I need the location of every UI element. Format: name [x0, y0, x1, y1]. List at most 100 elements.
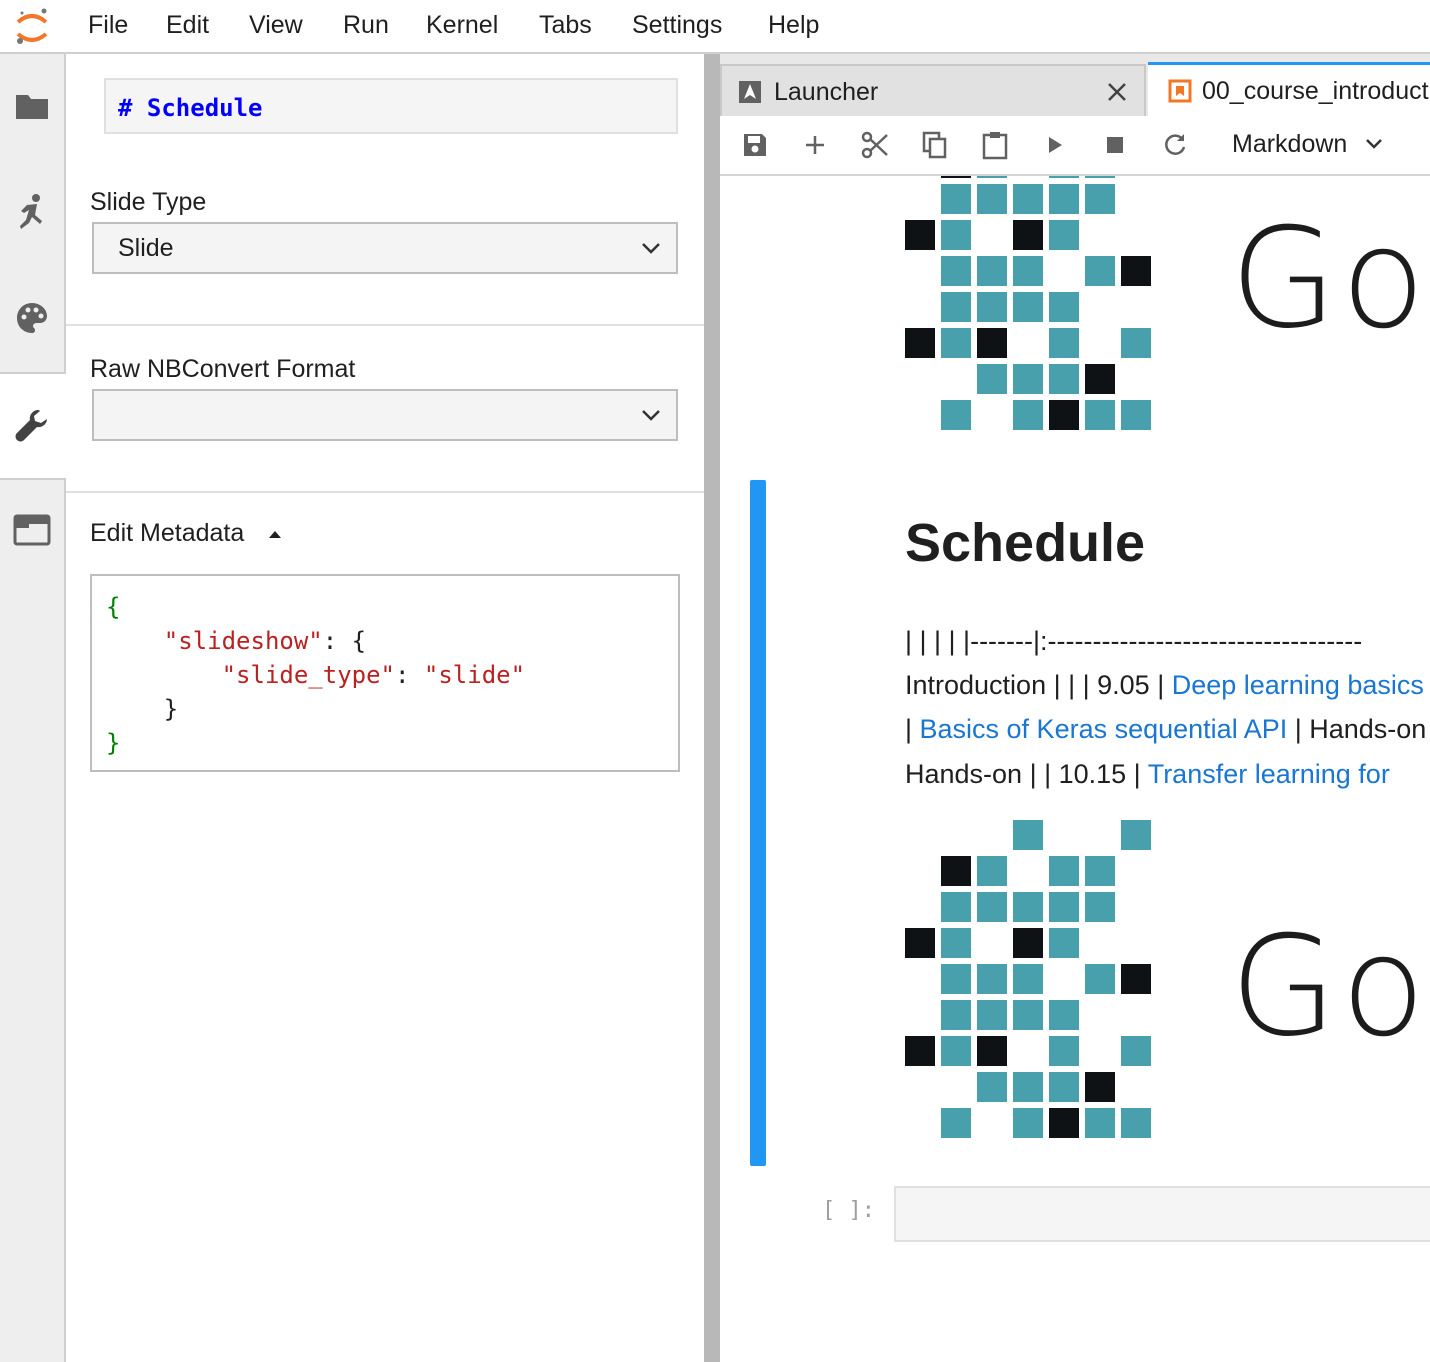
divider: [66, 491, 704, 493]
logo-square: [941, 400, 971, 430]
logo-square: [1085, 400, 1115, 430]
logo-square: [941, 184, 971, 214]
logo-square: [977, 176, 1007, 178]
caret-up-icon: [269, 531, 282, 539]
metadata-editor[interactable]: { "slideshow": { "slide_type": "slide" }…: [90, 574, 680, 772]
close-icon[interactable]: [1106, 81, 1128, 103]
logo-square: [1013, 400, 1043, 430]
text: Hands-on | | 10.15 |: [905, 759, 1148, 789]
logo-square: [1013, 256, 1043, 286]
paste-button[interactable]: [980, 130, 1010, 160]
link-deep-learning-basics[interactable]: Deep learning basics: [1172, 670, 1424, 700]
menu-run[interactable]: Run: [343, 11, 389, 40]
menu-help[interactable]: Help: [768, 11, 819, 40]
logo-square: [905, 328, 935, 358]
logo-square: [1049, 856, 1079, 886]
menu-tabs[interactable]: Tabs: [539, 11, 592, 40]
run-button[interactable]: [1040, 130, 1070, 160]
property-inspector-button[interactable]: [0, 372, 66, 480]
logo-square: [977, 1000, 1007, 1030]
logo-square: [1121, 1036, 1151, 1066]
logo-square: [977, 328, 1007, 358]
cut-button[interactable]: [860, 130, 890, 160]
logo-square: [1121, 1108, 1151, 1138]
raw-format-label: Raw NBConvert Format: [90, 355, 356, 383]
logo-square: [941, 1108, 971, 1138]
menu-kernel[interactable]: Kernel: [426, 11, 498, 40]
logo-square: [1049, 184, 1079, 214]
menu-settings[interactable]: Settings: [632, 11, 722, 40]
logo-square: [1085, 1072, 1115, 1102]
menu-file[interactable]: File: [88, 11, 128, 40]
logo-square: [977, 184, 1007, 214]
panel-splitter[interactable]: [704, 54, 720, 1362]
logo-square: [1049, 220, 1079, 250]
tabs-icon: [13, 514, 51, 546]
json-inner-brace: }: [163, 695, 179, 723]
wrench-icon: [15, 410, 47, 442]
edit-metadata-toggle[interactable]: Edit Metadata: [90, 519, 283, 548]
divider: [66, 324, 704, 326]
menu-edit[interactable]: Edit: [166, 11, 209, 40]
json-key-slide-type: "slide_type": [221, 661, 395, 689]
logo-square: [941, 928, 971, 958]
logo-square: [1085, 364, 1115, 394]
logo-square: [977, 856, 1007, 886]
interrupt-button[interactable]: [1100, 130, 1130, 160]
activity-bar: [0, 54, 66, 1362]
copy-button[interactable]: [920, 130, 950, 160]
tab-launcher[interactable]: Launcher: [720, 64, 1146, 116]
raw-format-select[interactable]: [92, 389, 678, 441]
link-keras-sequential-api[interactable]: Basics of Keras sequential API: [920, 714, 1288, 744]
markdown-line: Introduction | | | 9.05 | Deep learning …: [905, 670, 1424, 701]
notebook-icon: [1168, 79, 1192, 103]
logo-square: [941, 964, 971, 994]
input-prompt: [ ]:: [822, 1198, 875, 1223]
logo-square: [1085, 176, 1115, 178]
link-transfer-learning[interactable]: Transfer learning for: [1148, 759, 1390, 789]
logo-square: [1049, 292, 1079, 322]
logo-square: [977, 256, 1007, 286]
chevron-down-icon: [642, 243, 660, 254]
running-sessions-button[interactable]: [0, 160, 64, 264]
chevron-down-icon: [642, 410, 660, 421]
menu-view[interactable]: View: [249, 11, 303, 40]
logo-square: [1013, 220, 1043, 250]
save-button[interactable]: [740, 130, 770, 160]
notebook-toolbar: Markdown: [720, 116, 1430, 176]
logo-square: [1049, 176, 1079, 178]
logo-square: [977, 364, 1007, 394]
logo-square: [1121, 256, 1151, 286]
logo-square: [1049, 1036, 1079, 1066]
restart-button[interactable]: [1160, 130, 1190, 160]
logo-square: [1085, 184, 1115, 214]
jupyter-logo-icon[interactable]: [14, 6, 50, 46]
logo-square: [941, 856, 971, 886]
slide-type-select[interactable]: Slide: [92, 222, 678, 274]
file-browser-button[interactable]: [0, 54, 64, 158]
paste-icon: [982, 132, 1008, 160]
slide-type-value: Slide: [118, 234, 174, 262]
active-cell-preview: # Schedule: [104, 78, 678, 134]
theme-button[interactable]: [0, 266, 64, 370]
logo-square: [1085, 856, 1115, 886]
logo-square: [1013, 1000, 1043, 1030]
logo-square: [1121, 820, 1151, 850]
open-tabs-button[interactable]: [0, 478, 64, 582]
tab-notebook[interactable]: 00_course_introduction: [1148, 62, 1430, 118]
logo-square: [905, 1036, 935, 1066]
markdown-line: | Basics of Keras sequential API | Hands…: [905, 714, 1426, 745]
logo-square: [1049, 892, 1079, 922]
logo-square: [977, 1036, 1007, 1066]
code-cell-input[interactable]: [894, 1186, 1430, 1242]
cell-type-select[interactable]: Markdown: [1232, 130, 1384, 159]
logo-square: [1049, 1000, 1079, 1030]
logo-square: [941, 256, 971, 286]
tab-launcher-label: Launcher: [774, 78, 879, 106]
logo-square: [941, 328, 971, 358]
refresh-icon: [1165, 134, 1186, 155]
folder-icon: [16, 95, 48, 119]
logo-square: [1013, 364, 1043, 394]
json-key-slideshow: "slideshow": [163, 627, 323, 655]
add-cell-button[interactable]: [800, 130, 830, 160]
